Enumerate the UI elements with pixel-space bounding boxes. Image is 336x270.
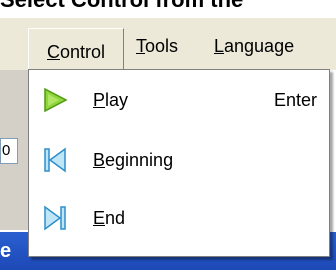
menu-item-beginning-text: eginning [105,150,174,170]
menu-tools-label: ools [145,36,179,56]
menu-item-beginning[interactable]: Beginning [29,132,329,188]
menu-item-play-accel: P [93,90,106,110]
play-icon [41,86,69,114]
menu-item-play-label: Play [93,72,128,128]
instruction-caption: Select Control from the [0,0,336,11]
menu-control-accel: C [46,42,60,62]
menu-language-accel: L [214,36,225,56]
menu-item-play-shortcut: Enter [273,90,317,110]
control-dropdown-menu: Play Enter Beginning End [28,69,330,257]
menu-control-label: ontrol [59,42,106,62]
menu-item-end-accel: E [93,208,106,228]
menu-item-play-text: lay [105,90,129,110]
menu-item-end[interactable]: End [29,190,329,246]
menu-bar: Control Tools Language [0,18,336,78]
background-number-field[interactable]: 0 [0,138,18,164]
menu-item-end-label: End [93,190,125,246]
menu-item-end-text: nd [105,208,126,228]
skip-to-beginning-icon [41,146,69,174]
menu-item-play[interactable]: Play Enter [29,72,329,128]
skip-to-end-icon [41,204,69,232]
menu-language-label: anguage [224,36,295,56]
menu-item-beginning-label: Beginning [93,132,173,188]
menu-language[interactable]: Language [214,28,294,64]
menu-tools[interactable]: Tools [136,28,178,64]
menu-tools-accel: T [136,36,145,56]
menu-item-beginning-accel: B [93,150,106,170]
